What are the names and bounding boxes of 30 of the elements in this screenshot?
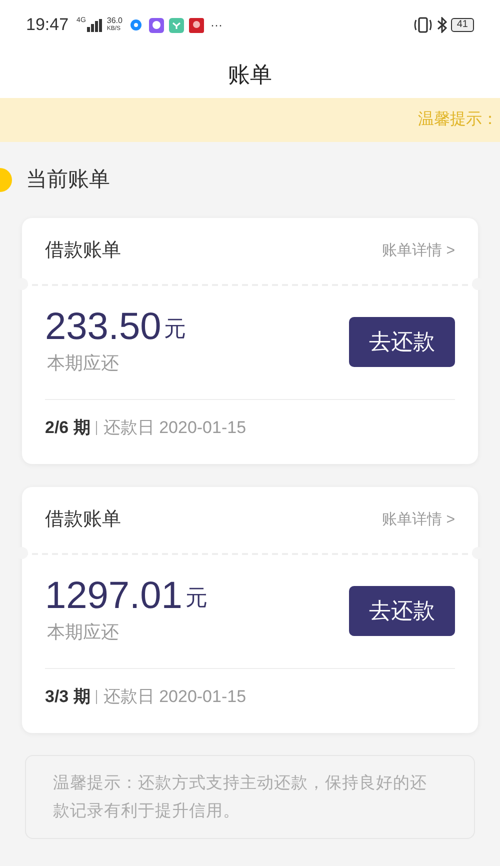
app-square-icon bbox=[189, 18, 204, 32]
amount-label: 本期应还 bbox=[47, 352, 120, 375]
tip-text: 温馨提示：还款方式支持主动还款，保持良好的还款记录有利于提升信用。 bbox=[53, 773, 428, 822]
amount-value: 1297.01 bbox=[45, 575, 182, 617]
network-speed: 36.0 bbox=[106, 17, 122, 25]
amount-unit: 元 bbox=[185, 584, 208, 612]
due-date: 还款日 2020-01-15 bbox=[103, 417, 246, 440]
status-time: 19:47 bbox=[26, 14, 69, 36]
due-date: 还款日 2020-01-15 bbox=[103, 686, 246, 708]
repay-button[interactable]: 去还款 bbox=[349, 586, 455, 636]
notice-text: 温馨提示： bbox=[418, 110, 499, 130]
app-chat-icon bbox=[149, 18, 164, 32]
installment-period: 2/6 期 bbox=[45, 417, 90, 440]
amount-label: 本期应还 bbox=[47, 621, 120, 644]
repay-button[interactable]: 去还款 bbox=[349, 316, 455, 366]
app-bag-icon bbox=[169, 18, 184, 32]
section-title: 当前账单 bbox=[26, 167, 110, 194]
vibrate-icon bbox=[412, 17, 433, 33]
app-circle-icon bbox=[130, 19, 142, 31]
more-notifications: ··· bbox=[210, 17, 222, 34]
bluetooth-icon bbox=[436, 17, 447, 33]
bill-title: 借款账单 bbox=[45, 238, 121, 263]
page-title: 账单 bbox=[228, 60, 272, 88]
section-marker bbox=[0, 168, 12, 192]
battery-indicator: 41 bbox=[450, 18, 474, 32]
installment-period: 3/3 期 bbox=[45, 686, 90, 708]
signal-icon bbox=[86, 18, 103, 32]
bill-title: 借款账单 bbox=[45, 508, 121, 532]
amount-value: 233.50 bbox=[45, 306, 162, 348]
amount-unit: 元 bbox=[164, 315, 186, 343]
